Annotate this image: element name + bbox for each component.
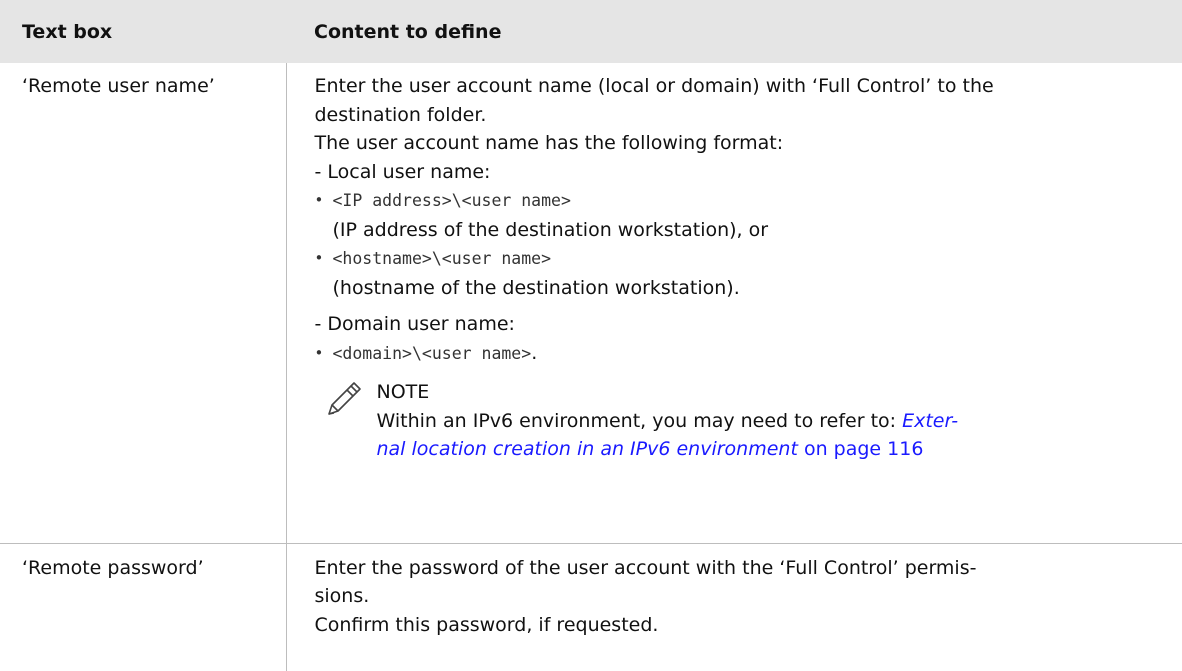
column-header-content: Content to define: [286, 0, 1182, 63]
code-text: <IP address>\<user name>: [332, 191, 571, 210]
row-key-remote-password: ‘Remote password’: [0, 543, 287, 671]
note-text: Within an IPv6 environment, you may need…: [376, 409, 959, 432]
table-header-row: Text box Content to define: [0, 0, 1182, 63]
cross-reference-link[interactable]: nal location creation in an IPv6 environ…: [377, 438, 798, 460]
bullet-suffix: .: [531, 341, 538, 364]
note-title: NOTE: [376, 381, 430, 403]
content-line: - Local user name:: [314, 160, 491, 183]
bullet-subtext: (IP address of the destination workstati…: [332, 218, 769, 241]
page-reference-link[interactable]: on page 116: [798, 438, 923, 460]
column-header-text-box: Text box: [0, 0, 286, 63]
row-content-remote-password: Enter the password of the user account w…: [286, 543, 1182, 671]
content-line: - Domain user name:: [314, 313, 515, 335]
content-line: destination folder.: [314, 103, 487, 126]
bullet-item: <hostname>\<user name>: [315, 244, 1169, 274]
code-text: <hostname>\<user name>: [332, 249, 552, 268]
table-row: ‘Remote password’ Enter the password of …: [0, 543, 1182, 671]
row-content-remote-user-name: Enter the user account name (local or do…: [286, 63, 1182, 544]
note-text: nal location creation in an IPv6 environ…: [377, 435, 1169, 464]
cross-reference-link[interactable]: Exter-: [902, 410, 958, 432]
table-row: ‘Remote user name’ Enter the user accoun…: [0, 63, 1182, 544]
content-line: The user account name has the following …: [314, 132, 784, 154]
content-line: sions.: [314, 585, 370, 607]
content-line: Confirm this password, if requested.: [314, 613, 659, 636]
content-line: Enter the user account name (local or do…: [314, 75, 994, 97]
row-key-remote-user-name: ‘Remote user name’: [0, 63, 287, 544]
settings-table: Text box Content to define ‘Remote user …: [0, 0, 1182, 671]
note-box: NOTE Within an IPv6 environment, you may…: [315, 378, 1169, 464]
content-line: Enter the password of the user account w…: [314, 556, 977, 579]
pencil-icon: [327, 382, 361, 415]
bullet-item: <IP address>\<user name>: [315, 186, 1169, 216]
bullet-item: <domain>\<user name>.: [315, 339, 1169, 369]
bullet-subtext: (hostname of the destination workstation…: [332, 276, 740, 299]
code-text: <domain>\<user name>: [332, 343, 532, 363]
